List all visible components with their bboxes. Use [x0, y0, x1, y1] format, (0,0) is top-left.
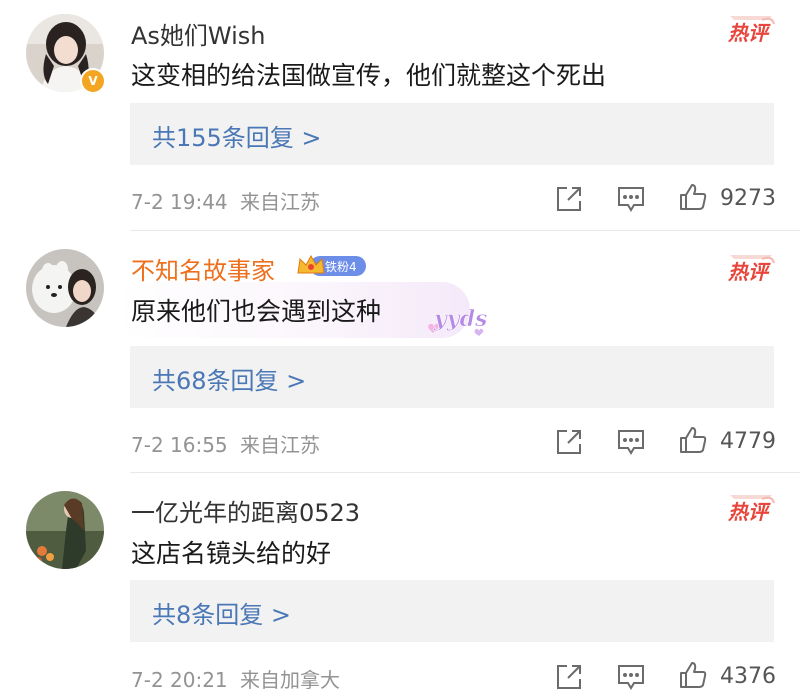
avatar[interactable]	[26, 491, 104, 569]
replies-link[interactable]: 共8条回复 >	[152, 595, 291, 630]
comment-icon[interactable]	[616, 427, 646, 457]
svg-text:热评: 热评	[727, 500, 771, 524]
svg-text:热评: 热评	[727, 260, 771, 284]
svg-text:铁粉4: 铁粉4	[325, 260, 357, 274]
svg-text:yyds: yyds	[433, 306, 487, 332]
comment-text: 这变相的给法国做宣传，他们就整这个死出	[131, 61, 607, 90]
comment-location: 来自加拿大	[240, 668, 341, 692]
comment-text: 这店名镜头给的好	[131, 539, 332, 568]
like-icon[interactable]	[678, 182, 708, 212]
comment-date: 7-2 16:55	[131, 433, 228, 457]
comment-meta: 7-2 19:44 来自江苏	[131, 186, 320, 215]
comment-text: 原来他们也会遇到这种	[131, 297, 382, 326]
like-icon[interactable]	[678, 425, 708, 455]
share-icon[interactable]	[554, 184, 584, 214]
comment-date: 7-2 20:21	[131, 668, 228, 692]
replies-link[interactable]: 共68条回复 >	[152, 361, 306, 396]
comment-item: V As她们Wish 热评 这变相的给法国做宣传，他们就整这个死出 共155条回…	[0, 0, 800, 230]
username[interactable]: 一亿光年的距离0523	[131, 493, 360, 528]
hot-comment-icon: 热评	[722, 253, 776, 285]
svg-text:热评: 热评	[727, 21, 771, 45]
comment-item: 不知名故事家 铁粉4 热评 原来他们也会遇到这种 共68条回复 > 7-2 16…	[0, 231, 800, 472]
like-count: 4779	[720, 429, 776, 454]
verified-icon: V	[80, 68, 106, 94]
username[interactable]: 不知名故事家	[131, 251, 275, 286]
yyds-sticker: yyds	[424, 300, 490, 344]
replies-box[interactable]: 共155条回复 >	[130, 103, 774, 165]
replies-box[interactable]: 共68条回复 >	[130, 346, 774, 408]
like-icon[interactable]	[678, 660, 708, 690]
like-count: 9273	[720, 186, 776, 211]
comment-meta: 7-2 16:55 来自江苏	[131, 429, 320, 458]
avatar[interactable]	[26, 249, 104, 327]
share-icon[interactable]	[554, 662, 584, 692]
hot-comment-icon: 热评	[722, 14, 776, 46]
replies-link[interactable]: 共155条回复 >	[152, 118, 322, 153]
comment-location: 来自江苏	[240, 433, 321, 457]
replies-box[interactable]: 共8条回复 >	[130, 580, 774, 642]
comment-icon[interactable]	[616, 184, 646, 214]
comment-location: 来自江苏	[240, 190, 321, 214]
username[interactable]: As她们Wish	[131, 16, 266, 51]
comment-meta: 7-2 20:21 来自加拿大	[131, 664, 340, 693]
like-count: 4376	[720, 664, 776, 689]
comment-icon[interactable]	[616, 662, 646, 692]
hot-comment-icon: 热评	[722, 493, 776, 525]
fan-badge: 铁粉4	[296, 253, 368, 279]
comment-item: 一亿光年的距离0523 热评 这店名镜头给的好 共8条回复 > 7-2 20:2…	[0, 473, 800, 700]
comment-date: 7-2 19:44	[131, 190, 228, 214]
share-icon[interactable]	[554, 427, 584, 457]
